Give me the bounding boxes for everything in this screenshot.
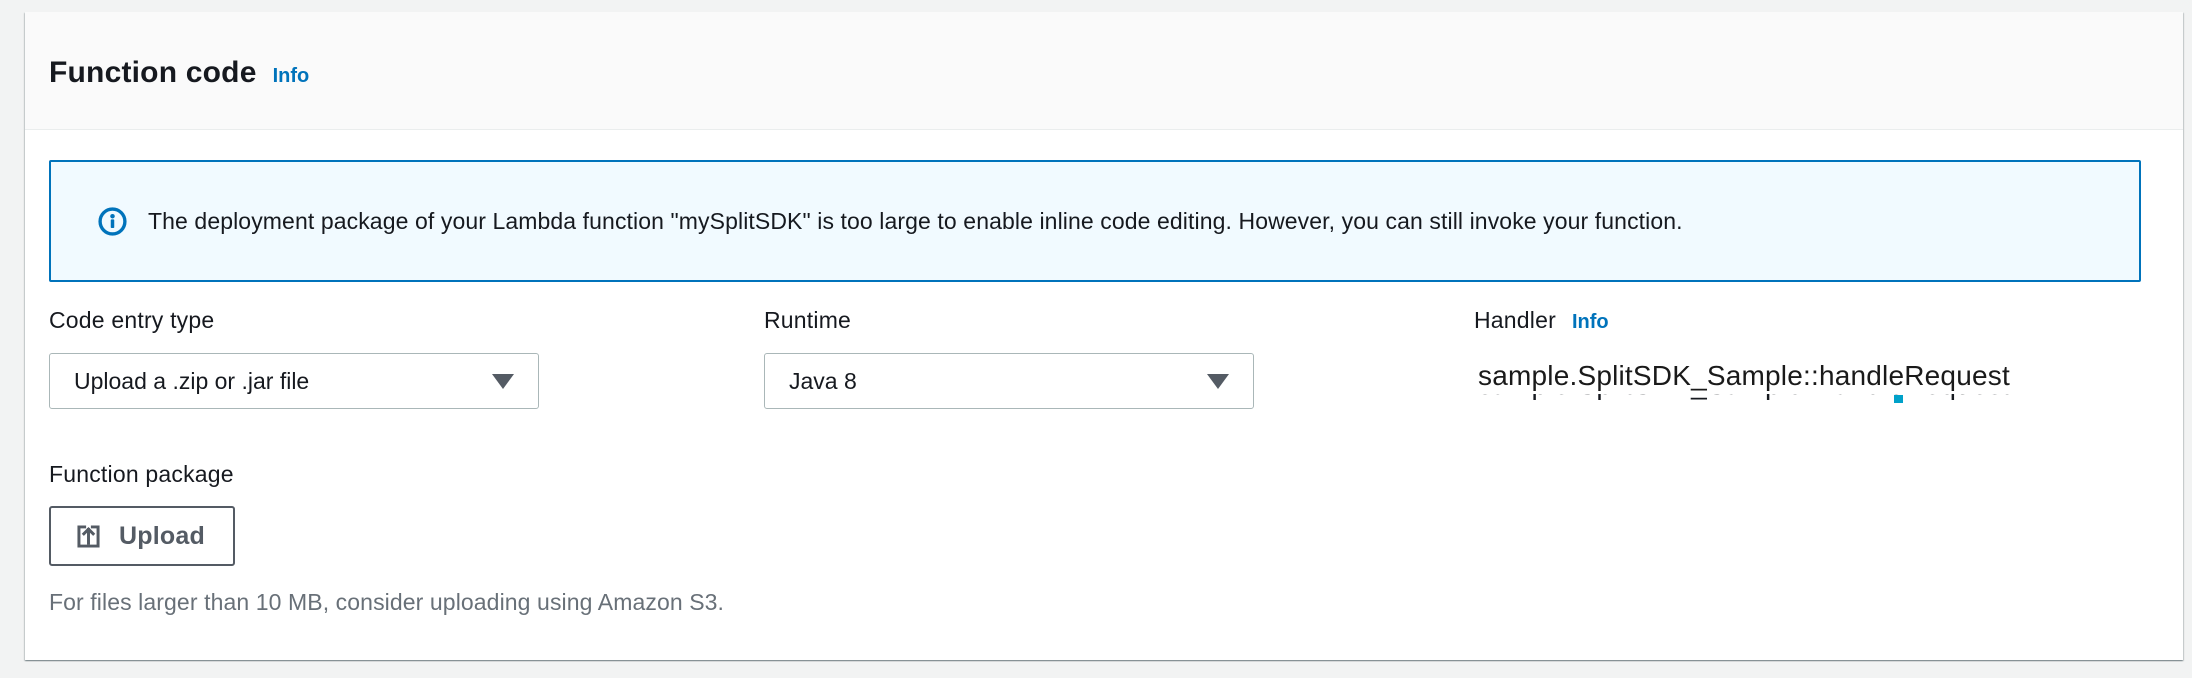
runtime-selected-value: Java 8 xyxy=(789,368,857,395)
handler-value: sample.SplitSDK_Sample::handleRequest xyxy=(1478,360,2141,392)
function-code-info-link[interactable]: Info xyxy=(273,65,310,88)
page-title: Function code xyxy=(49,56,257,90)
code-entry-type-label: Code entry type xyxy=(49,307,214,334)
code-settings-row: Code entry type Upload a .zip or .jar fi… xyxy=(49,307,2141,409)
panel-header: Function code Info xyxy=(25,12,2183,130)
panel-body: The deployment package of your Lambda fu… xyxy=(25,130,2183,616)
function-package-label: Function package xyxy=(49,461,234,488)
function-package-section: Function package Upload For files larger… xyxy=(49,461,2141,616)
info-circle-icon xyxy=(97,206,128,237)
text-cursor-artifact xyxy=(1894,395,1903,403)
upload-button-label: Upload xyxy=(119,522,205,551)
runtime-label: Runtime xyxy=(764,307,851,334)
info-alert: The deployment package of your Lambda fu… xyxy=(49,160,2141,282)
handler-clipped-text: sample.SplitSDK_Sample::handleRequest xyxy=(1478,394,2098,401)
runtime-field: Runtime Java 8 xyxy=(764,307,1474,409)
upload-icon xyxy=(73,521,104,552)
handler-clipped-text-artifact: sample.SplitSDK_Sample::handleRequest xyxy=(1478,394,2098,403)
function-code-panel: Function code Info The deployment packag… xyxy=(25,12,2183,660)
handler-field: Handler Info sample.SplitSDK_Sample::han… xyxy=(1474,307,2141,409)
handler-label: Handler xyxy=(1474,307,1556,334)
handler-label-row: Handler Info xyxy=(1474,307,2141,334)
upload-helper-text: For files larger than 10 MB, consider up… xyxy=(49,589,2141,616)
upload-button[interactable]: Upload xyxy=(49,506,235,566)
alert-message: The deployment package of your Lambda fu… xyxy=(148,208,1683,235)
handler-info-link[interactable]: Info xyxy=(1572,311,1609,334)
code-entry-type-select[interactable]: Upload a .zip or .jar file xyxy=(49,353,539,409)
code-entry-type-selected-value: Upload a .zip or .jar file xyxy=(74,368,309,395)
caret-down-icon xyxy=(492,374,514,389)
runtime-select[interactable]: Java 8 xyxy=(764,353,1254,409)
caret-down-icon xyxy=(1207,374,1229,389)
code-entry-type-field: Code entry type Upload a .zip or .jar fi… xyxy=(49,307,764,409)
